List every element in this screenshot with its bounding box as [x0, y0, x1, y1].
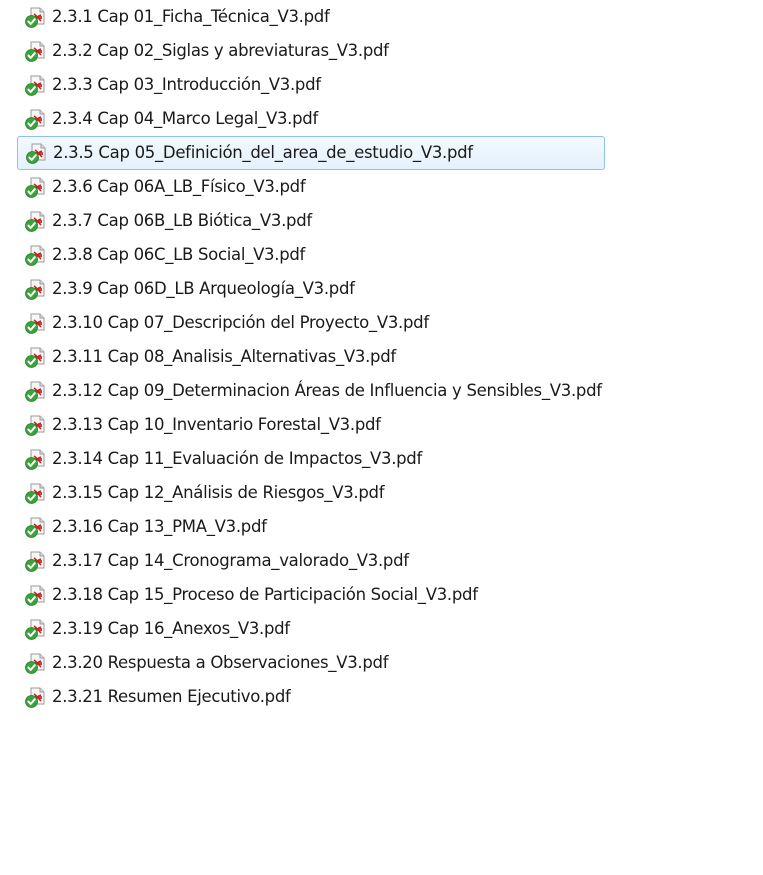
pdf-sync-ok-icon [25, 7, 45, 28]
file-name: 2.3.16 Cap 13_PMA_V3.pdf [52, 517, 267, 536]
pdf-sync-ok-icon [25, 483, 45, 504]
file-name: 2.3.6 Cap 06A_LB_Físico_V3.pdf [52, 177, 306, 196]
file-name: 2.3.3 Cap 03_Introducción_V3.pdf [52, 75, 321, 94]
file-item-hovered[interactable]: 2.3.5 Cap 05_Definición_del_area_de_estu… [17, 136, 605, 170]
pdf-sync-ok-icon [26, 143, 46, 164]
file-name: 2.3.2 Cap 02_Siglas y abreviaturas_V3.pd… [52, 41, 389, 60]
file-name: 2.3.13 Cap 10_Inventario Forestal_V3.pdf [52, 415, 381, 434]
file-item[interactable]: 2.3.1 Cap 01_Ficha_Técnica_V3.pdf [0, 0, 763, 34]
file-item[interactable]: 2.3.7 Cap 06B_LB Biótica_V3.pdf [0, 204, 763, 238]
pdf-sync-ok-icon [25, 415, 45, 436]
pdf-sync-ok-icon [25, 41, 45, 62]
pdf-sync-ok-icon [25, 381, 45, 402]
pdf-sync-ok-icon [25, 245, 45, 266]
file-name: 2.3.10 Cap 07_Descripción del Proyecto_V… [52, 313, 429, 332]
file-name: 2.3.21 Resumen Ejecutivo.pdf [52, 687, 291, 706]
file-name: 2.3.17 Cap 14_Cronograma_valorado_V3.pdf [52, 551, 409, 570]
file-item[interactable]: 2.3.18 Cap 15_Proceso de Participación S… [0, 578, 763, 612]
file-item[interactable]: 2.3.12 Cap 09_Determinacion Áreas de Inf… [0, 374, 763, 408]
file-name: 2.3.15 Cap 12_Análisis de Riesgos_V3.pdf [52, 483, 385, 502]
file-list: 2.3.1 Cap 01_Ficha_Técnica_V3.pdf 2.3.2 … [0, 0, 763, 714]
pdf-sync-ok-icon [25, 211, 45, 232]
file-name: 2.3.20 Respuesta a Observaciones_V3.pdf [52, 653, 389, 672]
file-item[interactable]: 2.3.11 Cap 08_Analisis_Alternativas_V3.p… [0, 340, 763, 374]
file-item[interactable]: 2.3.2 Cap 02_Siglas y abreviaturas_V3.pd… [0, 34, 763, 68]
file-name: 2.3.14 Cap 11_Evaluación de Impactos_V3.… [52, 449, 422, 468]
pdf-sync-ok-icon [25, 177, 45, 198]
file-item[interactable]: 2.3.4 Cap 04_Marco Legal_V3.pdf [0, 102, 763, 136]
file-item[interactable]: 2.3.20 Respuesta a Observaciones_V3.pdf [0, 646, 763, 680]
file-item[interactable]: 2.3.8 Cap 06C_LB Social_V3.pdf [0, 238, 763, 272]
pdf-sync-ok-icon [25, 347, 45, 368]
file-name: 2.3.19 Cap 16_Anexos_V3.pdf [52, 619, 290, 638]
pdf-sync-ok-icon [25, 313, 45, 334]
file-item[interactable]: 2.3.19 Cap 16_Anexos_V3.pdf [0, 612, 763, 646]
file-name: 2.3.8 Cap 06C_LB Social_V3.pdf [52, 245, 306, 264]
file-item[interactable]: 2.3.13 Cap 10_Inventario Forestal_V3.pdf [0, 408, 763, 442]
file-item[interactable]: 2.3.15 Cap 12_Análisis de Riesgos_V3.pdf [0, 476, 763, 510]
pdf-sync-ok-icon [25, 279, 45, 300]
file-name: 2.3.5 Cap 05_Definición_del_area_de_estu… [53, 143, 473, 162]
pdf-sync-ok-icon [25, 687, 45, 708]
pdf-sync-ok-icon [25, 75, 45, 96]
file-name: 2.3.18 Cap 15_Proceso de Participación S… [52, 585, 478, 604]
file-name: 2.3.11 Cap 08_Analisis_Alternativas_V3.p… [52, 347, 396, 366]
file-name: 2.3.9 Cap 06D_LB Arqueología_V3.pdf [52, 279, 355, 298]
file-item[interactable]: 2.3.14 Cap 11_Evaluación de Impactos_V3.… [0, 442, 763, 476]
file-item[interactable]: 2.3.16 Cap 13_PMA_V3.pdf [0, 510, 763, 544]
pdf-sync-ok-icon [25, 517, 45, 538]
file-item[interactable]: 2.3.10 Cap 07_Descripción del Proyecto_V… [0, 306, 763, 340]
file-name: 2.3.12 Cap 09_Determinacion Áreas de Inf… [52, 381, 602, 400]
pdf-sync-ok-icon [25, 449, 45, 470]
file-item[interactable]: 2.3.3 Cap 03_Introducción_V3.pdf [0, 68, 763, 102]
file-item[interactable]: 2.3.9 Cap 06D_LB Arqueología_V3.pdf [0, 272, 763, 306]
file-name: 2.3.4 Cap 04_Marco Legal_V3.pdf [52, 109, 318, 128]
file-item[interactable]: 2.3.6 Cap 06A_LB_Físico_V3.pdf [0, 170, 763, 204]
pdf-sync-ok-icon [25, 619, 45, 640]
pdf-sync-ok-icon [25, 109, 45, 130]
file-item[interactable]: 2.3.21 Resumen Ejecutivo.pdf [0, 680, 763, 714]
pdf-sync-ok-icon [25, 551, 45, 572]
file-name: 2.3.7 Cap 06B_LB Biótica_V3.pdf [52, 211, 312, 230]
file-item[interactable]: 2.3.17 Cap 14_Cronograma_valorado_V3.pdf [0, 544, 763, 578]
pdf-sync-ok-icon [25, 585, 45, 606]
file-name: 2.3.1 Cap 01_Ficha_Técnica_V3.pdf [52, 7, 330, 26]
pdf-sync-ok-icon [25, 653, 45, 674]
